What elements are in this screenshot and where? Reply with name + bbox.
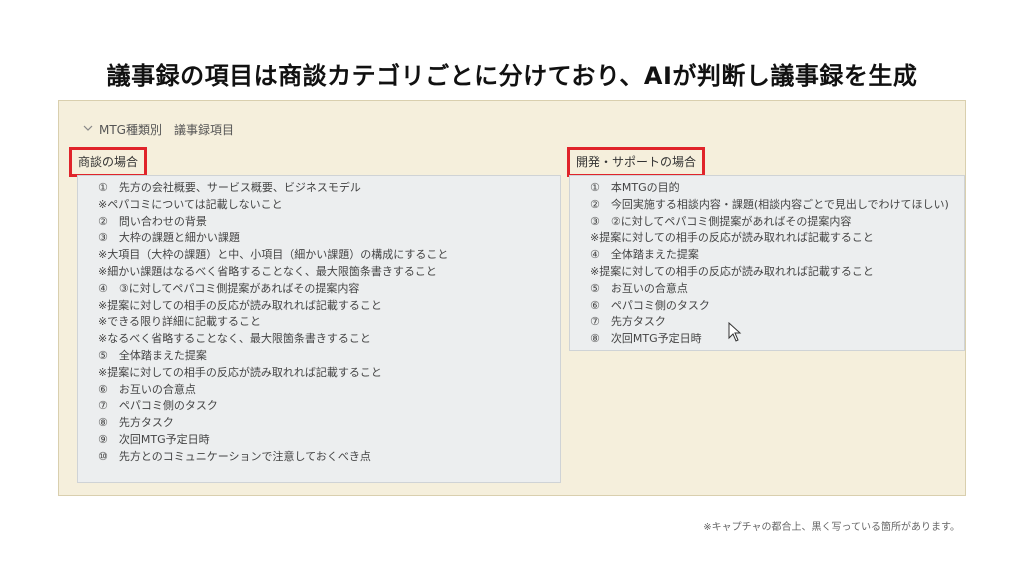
list-item: ※ペパコミについては記載しないこと [98, 197, 283, 211]
list-item: ⑥ ペパコミ側のタスク [590, 298, 710, 312]
list-item: ⑦ 先方タスク [590, 315, 666, 329]
list-item: ② 今回実施する相談内容・課題(相談内容ごとで見出しでわけてほしい) [590, 197, 949, 211]
list-item: ① 先方の会社概要、サービス概要、ビジネスモデル [98, 181, 361, 194]
list-item: ⑩ 先方とのコミュニケーションで注意しておくべき点 [98, 449, 371, 463]
list-item: ※細かい課題はなるべく省略することなく、最大限箇条書きすること [98, 264, 437, 278]
list-item: ⑤ お互いの合意点 [590, 281, 688, 295]
list-item: ⑤ 全体踏まえた提案 [98, 348, 207, 362]
list-item: ⑦ ペパコミ側のタスク [98, 399, 218, 413]
list-item: ※提案に対しての相手の反応が読み取れれば記載すること [590, 264, 874, 278]
list-item: ⑥ お互いの合意点 [98, 382, 196, 396]
list-item: ③ ②に対してペパコミ側提案があればその提案内容 [590, 214, 852, 228]
dev-support-items-list: ① 本MTGの目的 ② 今回実施する相談内容・課題(相談内容ごとで見出しでわけてほ… [569, 175, 965, 351]
list-item: ② 問い合わせの背景 [98, 214, 207, 228]
capture-note: ※キャプチャの都合上、黒く写っている箇所があります。 [703, 522, 960, 533]
list-item: ※なるべく省略することなく、最大限箇条書きすること [98, 332, 371, 346]
screenshot-frame: MTG種類別 議事録項目 商談の場合 開発・サポートの場合 ① 先方の会社概要、… [58, 100, 966, 496]
list-item: ※提案に対しての相手の反応が読み取れれば記載すること [98, 298, 382, 312]
list-item: ⑧ 次回MTG予定日時 [590, 332, 702, 346]
list-item: ④ ③に対してペパコミ側提案があればその提案内容 [98, 281, 360, 295]
list-item: ⑧ 先方タスク [98, 416, 174, 430]
list-item: ③ 大枠の課題と細かい課題 [98, 231, 240, 245]
page-headline: 議事録の項目は商談カテゴリごとに分けており、AIが判断し議事録を生成 [106, 62, 918, 90]
list-item: ⑨ 次回MTG予定日時 [98, 432, 210, 446]
list-item: ※大項目（大枠の課題）と中、小項目（細かい課題）の構成にすること [98, 248, 449, 262]
mouse-cursor-icon [728, 321, 742, 342]
section-title: MTG種類別 議事録項目 [99, 123, 234, 137]
list-item: ※提案に対しての相手の反応が読み取れれば記載すること [98, 365, 382, 379]
sales-items-list: ① 先方の会社概要、サービス概要、ビジネスモデル ※ペパコミについては記載しないこ… [77, 175, 561, 483]
list-item: ④ 全体踏まえた提案 [590, 248, 699, 262]
section-header[interactable]: MTG種類別 議事録項目 [83, 121, 234, 138]
list-item: ※できる限り詳細に記載すること [98, 315, 261, 329]
chevron-down-icon[interactable] [83, 124, 95, 135]
list-item: ① 本MTGの目的 [590, 181, 680, 194]
dev-support-panel-label: 開発・サポートの場合 [567, 147, 706, 177]
list-item: ※提案に対しての相手の反応が読み取れれば記載すること [590, 231, 874, 245]
sales-panel-label: 商談の場合 [69, 147, 148, 177]
